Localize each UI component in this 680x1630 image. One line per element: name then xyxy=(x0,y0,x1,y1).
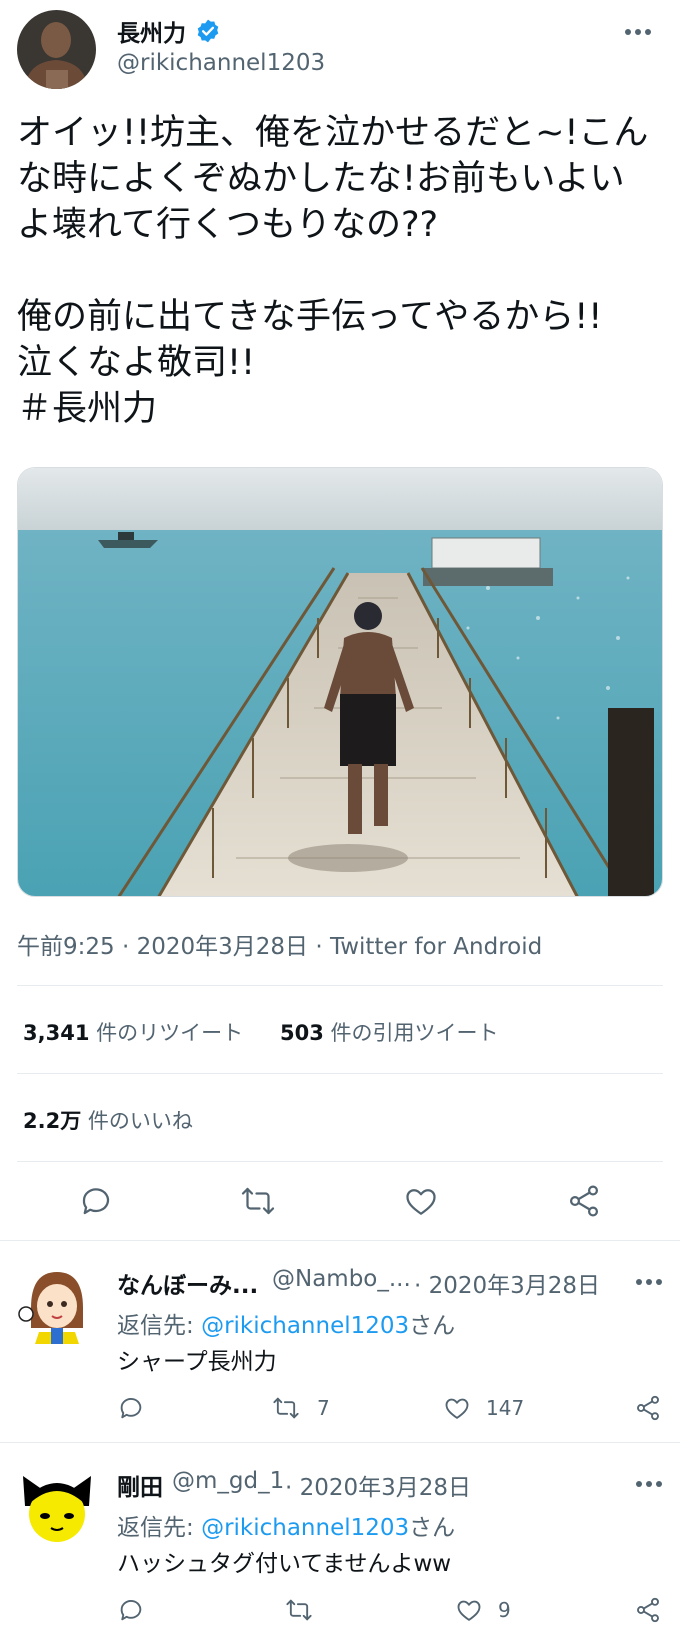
quotes-label: 件の引用ツイート xyxy=(330,1021,499,1045)
tweet-photo[interactable] xyxy=(17,467,663,897)
reply-to-line: 返信先: @rikichannel1203さん xyxy=(117,1306,455,1340)
likes-stat[interactable]: 2.2万 件のいいね xyxy=(23,1105,193,1135)
retweets-label: 件のリツイート xyxy=(96,1021,244,1045)
reply-avatar[interactable] xyxy=(17,1466,97,1546)
reply-to-suffix: さん xyxy=(409,1313,456,1339)
likes-count: 2.2万 xyxy=(23,1109,82,1133)
likes-label: 件のいいね xyxy=(87,1109,193,1133)
share-icon[interactable] xyxy=(634,1596,662,1624)
tweet-date[interactable]: 2020年3月28日 xyxy=(137,934,308,960)
reply-author-handle[interactable]: @m_gd_1 xyxy=(172,1468,284,1494)
reply-like-count: 9 xyxy=(498,1598,511,1622)
reply-date[interactable]: · 2020年3月28日 xyxy=(285,1468,471,1502)
like-icon[interactable] xyxy=(455,1596,483,1624)
share-icon[interactable] xyxy=(634,1394,662,1422)
reply-text: シャープ長州力 xyxy=(117,1349,277,1375)
tweet-source[interactable]: Twitter for Android xyxy=(330,934,542,960)
retweet-icon[interactable] xyxy=(272,1394,300,1422)
reply-icon[interactable] xyxy=(117,1596,145,1624)
divider xyxy=(0,1442,680,1443)
author-name[interactable]: 長州力 xyxy=(117,14,186,48)
author-handle[interactable]: @rikichannel1203 xyxy=(117,50,325,76)
divider xyxy=(17,985,663,986)
reply-author-name[interactable]: なんぼーみ... xyxy=(117,1266,258,1300)
reply-icon[interactable] xyxy=(117,1394,145,1422)
reply-to-label: 返信先: xyxy=(117,1515,194,1541)
reply-to-suffix: さん xyxy=(409,1515,456,1541)
reply-author-name[interactable]: 剛田 xyxy=(117,1468,163,1502)
reply-date[interactable]: · 2020年3月28日 xyxy=(414,1266,600,1300)
more-options-icon[interactable] xyxy=(623,22,653,42)
more-options-icon[interactable] xyxy=(634,1272,664,1292)
divider xyxy=(17,1161,663,1162)
like-icon[interactable] xyxy=(403,1183,439,1219)
meta-separator: · xyxy=(121,934,130,960)
meta-separator: · xyxy=(315,934,323,960)
share-icon[interactable] xyxy=(566,1183,602,1219)
retweet-icon[interactable] xyxy=(285,1596,313,1624)
more-options-icon[interactable] xyxy=(634,1474,664,1494)
reply-author-handle[interactable]: @Nambo_... xyxy=(272,1266,411,1292)
reply-to-line: 返信先: @rikichannel1203さん xyxy=(117,1508,455,1542)
retweet-icon[interactable] xyxy=(240,1183,276,1219)
quotes-stat[interactable]: 503 件の引用ツイート xyxy=(280,1017,499,1047)
divider xyxy=(17,1073,663,1074)
quotes-count: 503 xyxy=(280,1021,324,1045)
reply-like-count: 147 xyxy=(486,1396,525,1420)
verified-badge-icon xyxy=(195,18,221,44)
retweets-stat[interactable]: 3,341 件のリツイート xyxy=(23,1017,243,1047)
tweet-time[interactable]: 午前9:25 xyxy=(17,934,115,960)
retweets-count: 3,341 xyxy=(23,1021,90,1045)
reply-icon[interactable] xyxy=(78,1183,114,1219)
reply-text: ハッシュタグ付いてませんよww xyxy=(117,1551,452,1577)
reply-retweet-count: 7 xyxy=(317,1396,330,1420)
tweet-text: オイッ!!坊主、俺を泣かせるだと~!こんな時によくぞぬかしたな!お前もいよいよ壊… xyxy=(17,113,649,429)
author-avatar[interactable] xyxy=(17,10,96,89)
reply-avatar[interactable] xyxy=(17,1264,97,1344)
reply-to-label: 返信先: xyxy=(117,1313,194,1339)
divider xyxy=(0,1240,680,1241)
like-icon[interactable] xyxy=(443,1394,471,1422)
tweet-meta: 午前9:25 · 2020年3月28日 · Twitter for Androi… xyxy=(17,927,542,961)
reply-to-mention[interactable]: @rikichannel1203 xyxy=(201,1515,409,1541)
reply-to-mention[interactable]: @rikichannel1203 xyxy=(201,1313,409,1339)
